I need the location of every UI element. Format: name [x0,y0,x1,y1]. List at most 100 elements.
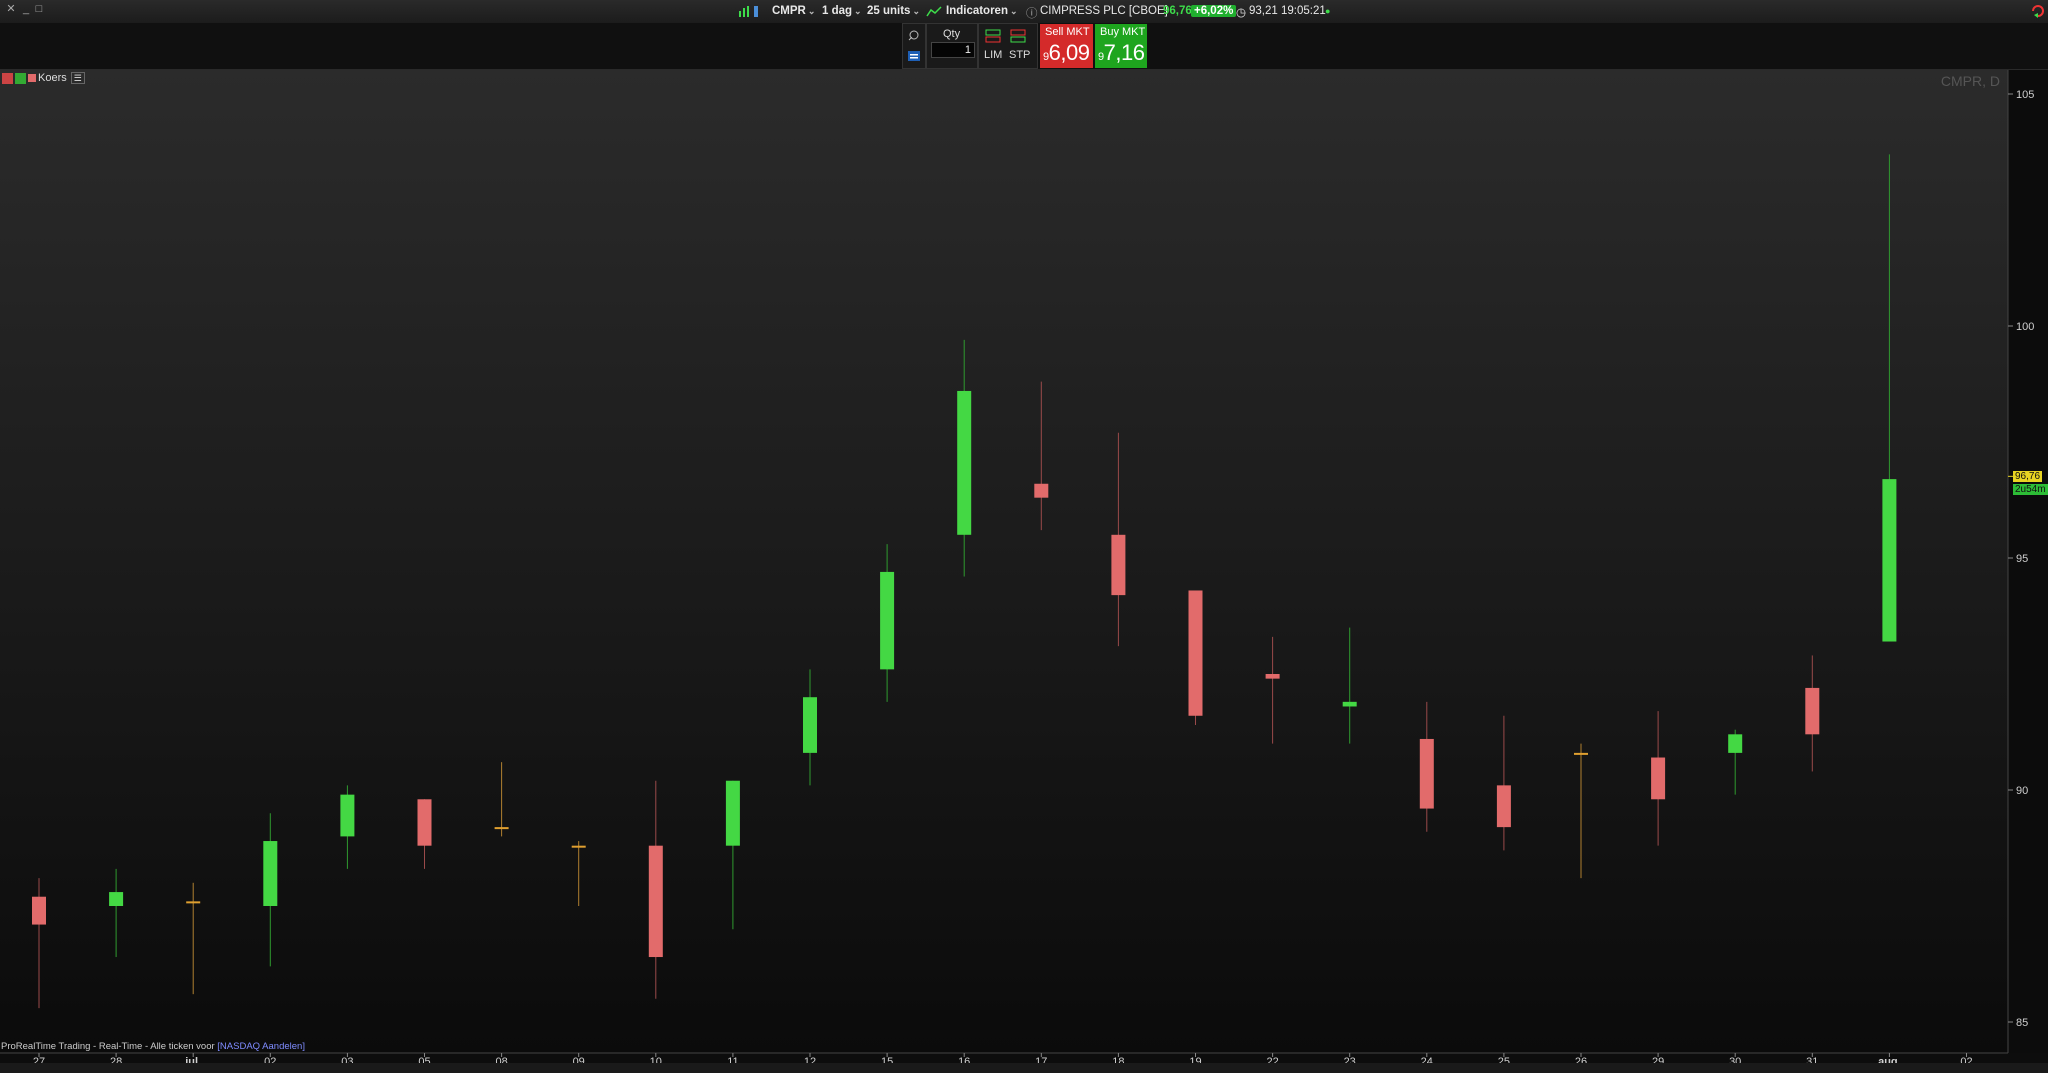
refresh-icon[interactable] [2030,3,2046,19]
sell-price: 96,09 [1043,40,1090,65]
x-tick-label: 03 [341,1056,353,1063]
candle-body [1728,734,1743,753]
info-icon[interactable]: ⓘ [1026,5,1038,21]
time-value: 93,21 19:05:21 [1249,5,1326,17]
clock-icon: ◷ [1236,7,1247,19]
lim-button[interactable]: LIM [984,49,1002,61]
close-series-icon[interactable] [2,72,13,84]
interval-select[interactable]: 1 dag ⌄ [822,5,862,17]
last-price-label: 96,76 [2013,471,2043,482]
price-chart[interactable]: 85 90 95 100 105 27 28 jul. 02 03 05 08 09 10 11 12 15 1… [0,70,2048,1063]
x-tick-label: 25 [1498,1056,1510,1063]
stp-button[interactable]: STP [1009,49,1030,61]
countdown-label: 2u54m [2013,484,2048,495]
ticker-select[interactable]: CMPR ⌄ [772,5,815,17]
candle-body [263,841,278,906]
qty-input[interactable]: 1 [931,42,975,58]
sell-market-button[interactable]: Sell MKT 96,09 [1040,24,1093,68]
data-source-note: ProRealTime Trading - Real-Time - Alle t… [1,1041,305,1052]
candle-body [1188,590,1203,716]
series-menu-icon[interactable]: ☰ [70,72,85,84]
x-tick-label: 27 [33,1056,45,1063]
x-tick-label: 17 [1035,1056,1047,1063]
buy-label: Buy MKT [1100,26,1146,38]
series-legend: Koers ☰ [2,72,85,85]
chart-type-icon[interactable] [738,5,760,18]
x-tick-label: 15 [881,1056,893,1063]
candle-body [109,892,124,906]
exchange-link[interactable]: [NASDAQ Aandelen] [217,1041,305,1052]
tools-panel [902,23,926,69]
candle-body [725,780,740,846]
candle-body [957,390,972,535]
candle-body [571,845,586,848]
x-tick-label: 23 [1344,1056,1356,1063]
limit-order-icon[interactable] [985,29,1001,43]
qty-label: Qty [943,28,961,40]
x-tick-label: 10 [650,1056,662,1063]
plot-background [0,70,2008,1053]
x-tick-label: 19 [1189,1056,1201,1063]
wrench-icon[interactable] [907,29,921,41]
candle-body [1805,687,1820,735]
x-tick-label: 05 [418,1056,430,1063]
x-tick-label: aug. [1878,1056,1901,1063]
candle[interactable] [1188,590,1203,726]
toolbar: ✕ _ □ CMPR ⌄ 1 dag ⌄ 25 units ⌄ Indicatoren… [0,0,2048,24]
close-icon[interactable]: ✕ [6,4,16,15]
x-tick-label: 24 [1421,1056,1433,1063]
y-tick-label: 105 [2016,89,2034,101]
qty-panel: Qty 1 [926,23,978,69]
x-tick-label: 28 [110,1056,122,1063]
order-type-panel: LIM STP [978,23,1038,69]
buy-price: 97,16 [1098,40,1145,65]
last-price: 96,76 [1163,5,1192,17]
scrollbar[interactable] [0,1063,2048,1073]
series-color-icon [28,74,36,83]
x-tick-label: 12 [804,1056,816,1063]
y-tick-label: 100 [2016,321,2034,333]
y-tick-label: 95 [2016,553,2028,565]
x-tick-label: 02 [264,1056,276,1063]
candle-body [880,571,895,670]
stop-order-icon[interactable] [1010,29,1026,43]
x-tick-label: 09 [573,1056,585,1063]
series-label: Koers [38,72,67,84]
candle-body [1574,752,1588,755]
candle-body [417,799,432,846]
order-list-icon[interactable] [907,50,921,62]
x-tick-label: 11 [727,1056,738,1063]
x-tick-label: 30 [1729,1056,1741,1063]
indicators-icon[interactable] [926,5,942,18]
x-tick-label: 31 [1806,1056,1818,1063]
candle-body [32,896,46,925]
candle-body [1342,701,1357,707]
candle-body [1034,483,1049,498]
sell-label: Sell MKT [1045,26,1090,38]
candle-body [1496,785,1511,828]
y-tick-label: 85 [2016,1017,2028,1029]
candle-body [186,901,201,904]
candle-body [340,794,355,837]
x-tick-label: 29 [1652,1056,1664,1063]
indicators-button[interactable]: Indicatoren ⌄ [946,5,1018,17]
instrument-name: CIMPRESS PLC [CBOE] [1040,5,1168,17]
quick-order-bar: Qty 1 LIM STP Sell MKT 96,09 Buy MKT 97,… [902,23,1148,69]
units-select[interactable]: 25 units ⌄ [867,5,920,17]
change-badge: +6,02% [1191,5,1237,17]
maximize-icon[interactable]: □ [34,4,44,15]
x-tick-label: jul. [184,1056,201,1063]
buy-market-button[interactable]: Buy MKT 97,16 [1095,24,1147,68]
y-tick-label: 90 [2016,785,2028,797]
toggle-series-icon[interactable] [15,72,26,84]
x-tick-label: 16 [958,1056,970,1063]
candle-body [1111,534,1126,596]
candle-body [1265,674,1280,679]
candle-body [494,827,509,830]
x-tick-label: 02 [1960,1056,1972,1063]
candle-body [1419,738,1434,809]
x-tick-label: 26 [1575,1056,1587,1063]
minimize-icon[interactable]: _ [21,4,31,15]
candle-body [1882,479,1897,642]
status-dot-icon: ● [1325,6,1331,16]
